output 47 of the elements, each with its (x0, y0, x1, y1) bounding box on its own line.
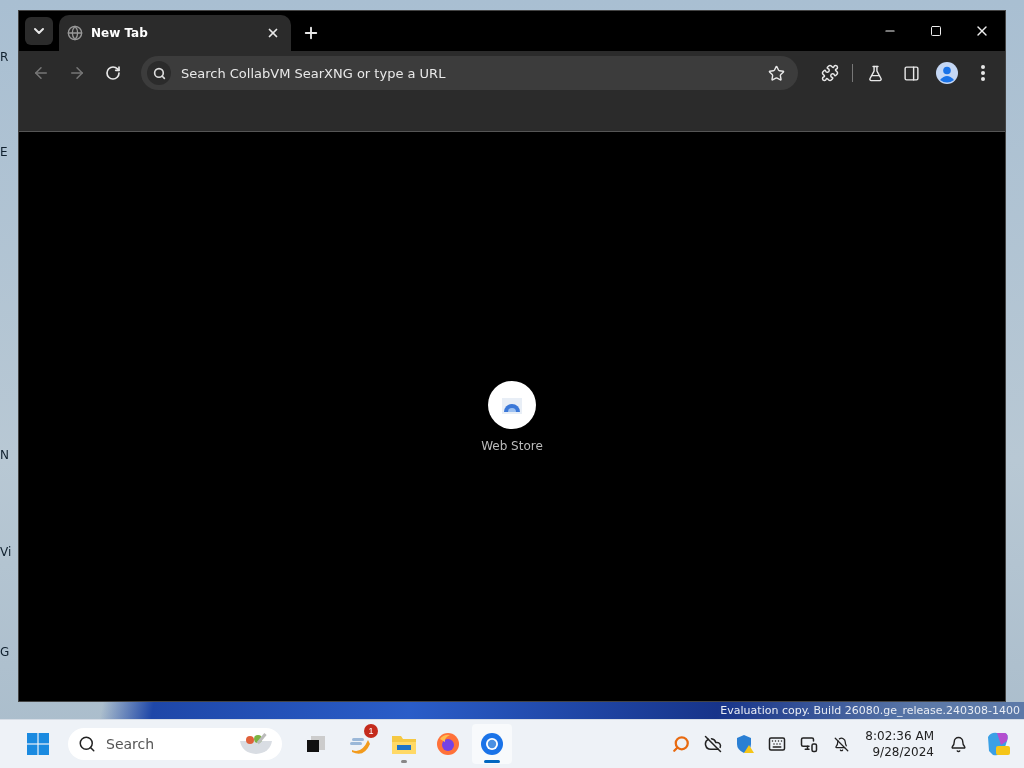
desktop-icon-label[interactable]: R (0, 50, 18, 64)
shortcut-tile[interactable]: Web Store (481, 380, 543, 453)
search-icon (78, 735, 96, 753)
fox-globe-icon (436, 732, 460, 756)
search-icon (147, 61, 171, 85)
address-bar[interactable]: Search CollabVM SearXNG or type a URL (141, 56, 798, 90)
plus-icon (302, 24, 320, 42)
browser-tab[interactable]: New Tab (59, 15, 291, 51)
taskbar-app-button[interactable]: 1 (340, 724, 380, 764)
maximize-icon (930, 25, 942, 37)
folder-icon (391, 733, 417, 755)
desktop-icon-label[interactable]: E (0, 145, 18, 159)
shield-warning-icon (735, 734, 756, 754)
profile-button[interactable] (933, 59, 961, 87)
desktop-icon-label[interactable]: N (0, 448, 18, 462)
task-view-icon (305, 734, 327, 754)
desktop-icon-label[interactable]: Vi (0, 545, 18, 559)
desktop-icon-label[interactable]: G (0, 645, 18, 659)
clock-button[interactable]: 8:02:36 AM 9/28/2024 (859, 728, 940, 760)
avatar-icon (936, 62, 958, 84)
store-icon (488, 380, 536, 429)
monitor-icon (800, 735, 819, 753)
puzzle-icon (821, 64, 839, 82)
copilot-icon (985, 731, 1011, 757)
windows-icon (27, 733, 49, 755)
notification-badge: 1 (364, 724, 378, 738)
search-bar[interactable]: Search (68, 728, 282, 760)
close-icon (266, 26, 280, 40)
magnifier-icon (672, 735, 691, 753)
bowl-icon (238, 733, 274, 755)
muted-icon (833, 736, 849, 752)
side-panel-icon (902, 64, 920, 82)
bell-icon (949, 735, 967, 753)
flask-icon (866, 64, 884, 82)
globe-icon (67, 25, 83, 41)
cloud-off-icon (704, 735, 723, 753)
tab-search-button[interactable] (25, 17, 53, 45)
reload-icon (105, 65, 121, 81)
arrow-right-icon (68, 64, 86, 82)
more-icon (981, 65, 985, 81)
evaluation-watermark: Evaluation copy. Build 26080.ge_release.240308-1400 (720, 704, 1020, 717)
keyboard-icon (768, 735, 787, 753)
browser-icon (480, 732, 504, 756)
time-text: 8:02:36 AM (865, 728, 934, 744)
date-text: 9/28/2024 (872, 744, 934, 760)
search-field[interactable]: Search (104, 735, 230, 753)
star-icon (767, 64, 785, 82)
